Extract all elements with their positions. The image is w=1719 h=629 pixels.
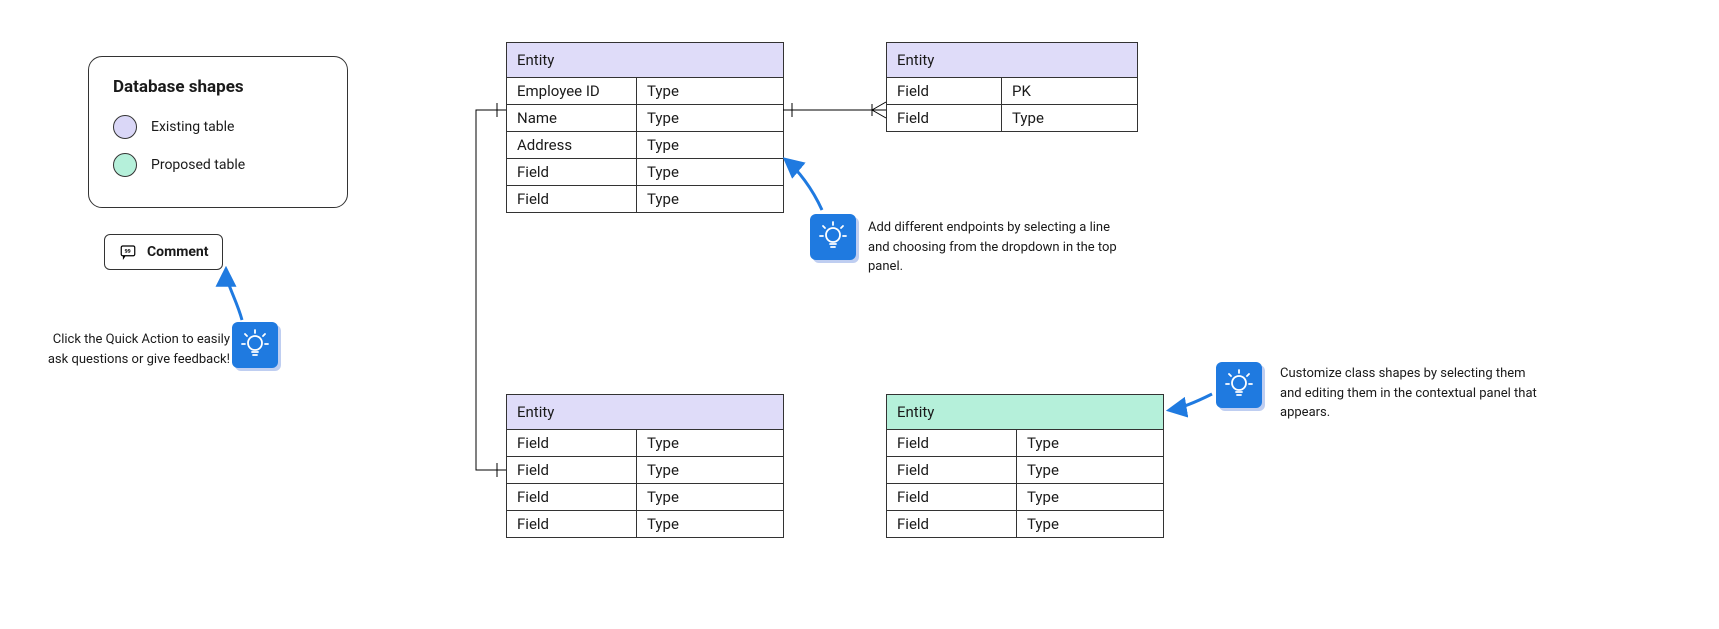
- table-row[interactable]: NameType: [507, 105, 783, 132]
- legend-item-proposed: Proposed table: [113, 153, 323, 177]
- legend-title: Database shapes: [113, 77, 323, 97]
- entity-type: Type: [637, 78, 783, 105]
- legend-item-existing: Existing table: [113, 115, 323, 139]
- table-row[interactable]: FieldType: [507, 159, 783, 186]
- entity-title[interactable]: Entity: [507, 395, 783, 430]
- entity-type: Type: [637, 105, 783, 132]
- entity-type: Type: [1017, 511, 1163, 537]
- entity-field: Field: [507, 430, 637, 457]
- table-row[interactable]: FieldType: [507, 430, 783, 457]
- comment-button-label: Comment: [147, 244, 208, 260]
- table-row[interactable]: FieldPK: [887, 78, 1137, 105]
- entity-type: Type: [1017, 457, 1163, 484]
- entity-field: Field: [507, 159, 637, 186]
- entity-field: Field: [507, 511, 637, 537]
- entity-field: Field: [887, 511, 1017, 537]
- table-row[interactable]: FieldType: [507, 186, 783, 212]
- table-row[interactable]: FieldType: [887, 457, 1163, 484]
- table-row[interactable]: AddressType: [507, 132, 783, 159]
- entity-table-4[interactable]: Entity FieldType FieldType FieldType Fie…: [886, 394, 1164, 538]
- entity-field: Field: [887, 484, 1017, 511]
- comment-button[interactable]: 99 Comment: [104, 234, 223, 270]
- entity-field: Field: [507, 484, 637, 511]
- table-row[interactable]: FieldType: [887, 484, 1163, 511]
- entity-type: Type: [637, 511, 783, 537]
- entity-type: Type: [637, 132, 783, 159]
- entity-field: Address: [507, 132, 637, 159]
- entity-field: Field: [887, 457, 1017, 484]
- legend-item-label: Existing table: [151, 119, 234, 135]
- entity-field: Field: [507, 457, 637, 484]
- table-row[interactable]: Employee IDType: [507, 78, 783, 105]
- entity-type: Type: [637, 457, 783, 484]
- entity-type: Type: [637, 159, 783, 186]
- entity-table-1[interactable]: Entity Employee IDType NameType AddressT…: [506, 42, 784, 213]
- entity-field: Field: [887, 430, 1017, 457]
- table-row[interactable]: FieldType: [507, 457, 783, 484]
- swatch-proposed-icon: [113, 153, 137, 177]
- comment-icon: 99: [119, 243, 137, 261]
- lightbulb-tip-icon: [810, 214, 856, 260]
- table-row[interactable]: FieldType: [887, 511, 1163, 537]
- entity-type: Type: [1017, 484, 1163, 511]
- entity-title[interactable]: Entity: [507, 43, 783, 78]
- entity-type: Type: [637, 186, 783, 212]
- entity-type: Type: [637, 430, 783, 457]
- table-row[interactable]: FieldType: [507, 484, 783, 511]
- entity-table-2[interactable]: Entity FieldPK FieldType: [886, 42, 1138, 132]
- entity-field: Name: [507, 105, 637, 132]
- table-row[interactable]: FieldType: [507, 511, 783, 537]
- entity-title[interactable]: Entity: [887, 43, 1137, 78]
- table-row[interactable]: FieldType: [887, 430, 1163, 457]
- entity-field: Field: [887, 105, 1002, 131]
- table-row[interactable]: FieldType: [887, 105, 1137, 131]
- tip-quick-action: Click the Quick Action to easily ask que…: [30, 330, 230, 369]
- tip-customize-shape: Customize class shapes by selecting them…: [1280, 364, 1550, 423]
- entity-field: Employee ID: [507, 78, 637, 105]
- entity-table-3[interactable]: Entity FieldType FieldType FieldType Fie…: [506, 394, 784, 538]
- tip-endpoints: Add different endpoints by selecting a l…: [868, 218, 1128, 277]
- svg-text:99: 99: [125, 249, 131, 255]
- legend-card: Database shapes Existing table Proposed …: [88, 56, 348, 208]
- swatch-existing-icon: [113, 115, 137, 139]
- diagram-canvas[interactable]: Database shapes Existing table Proposed …: [0, 0, 1719, 629]
- entity-type: Type: [1002, 105, 1137, 131]
- lightbulb-tip-icon: [1216, 362, 1262, 408]
- entity-type: Type: [637, 484, 783, 511]
- lightbulb-tip-icon: [232, 322, 278, 368]
- legend-item-label: Proposed table: [151, 157, 245, 173]
- entity-type: PK: [1002, 78, 1137, 105]
- entity-title[interactable]: Entity: [887, 395, 1163, 430]
- entity-field: Field: [507, 186, 637, 212]
- entity-field: Field: [887, 78, 1002, 105]
- entity-type: Type: [1017, 430, 1163, 457]
